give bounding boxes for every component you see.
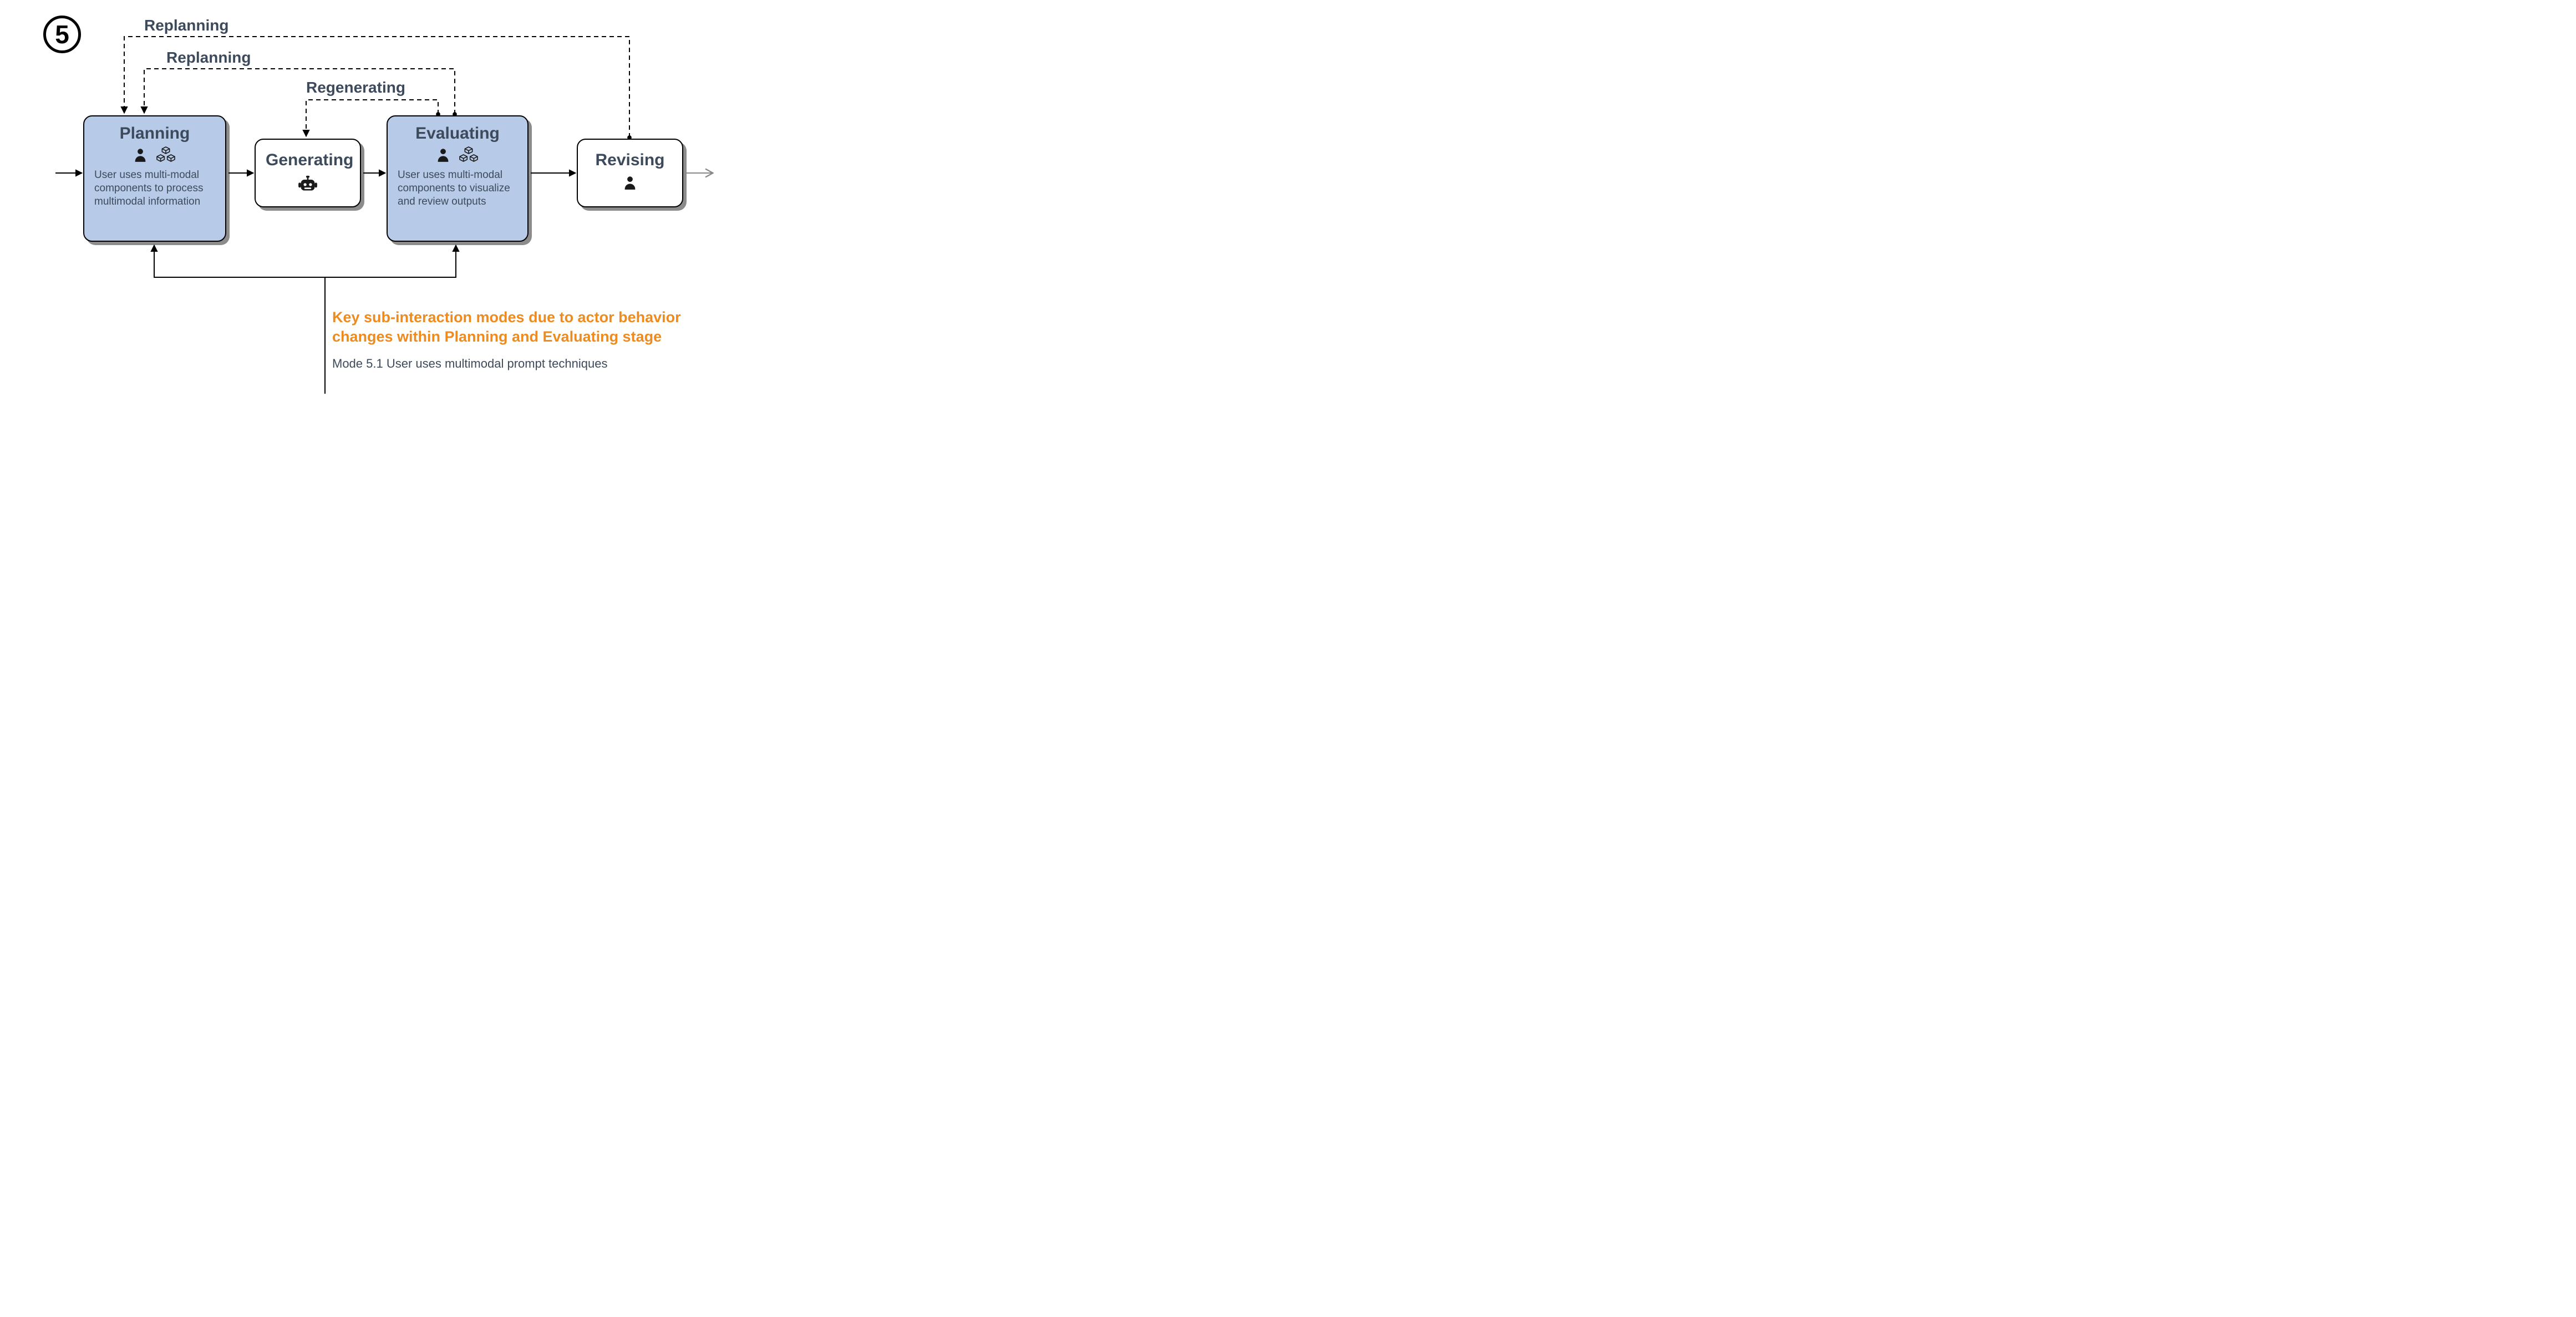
node-planning: Planning User uses multi-modal component…	[83, 115, 226, 242]
node-revising-title: Revising	[588, 151, 672, 170]
node-planning-icons	[94, 145, 215, 164]
robot-icon	[298, 175, 318, 193]
node-generating-icons	[266, 175, 350, 193]
node-revising: Revising	[577, 139, 683, 207]
label-regenerating: Regenerating	[306, 79, 405, 96]
diagram-canvas: 5 Replanning Replanning Regenerating Pla…	[0, 0, 810, 416]
diagram-number-badge: 5	[43, 16, 81, 53]
node-revising-icons	[588, 174, 672, 191]
node-evaluating-title: Evaluating	[398, 124, 517, 143]
node-planning-desc: User uses multi-modal components to proc…	[94, 169, 215, 208]
node-evaluating: Evaluating User uses multi-modal compone…	[387, 115, 529, 242]
annotation-block: Key sub-interaction modes due to actor b…	[332, 308, 715, 371]
node-generating: Generating	[255, 139, 361, 207]
blocks-icon	[155, 145, 177, 164]
blocks-icon	[458, 145, 480, 164]
annotation-key-title: Key sub-interaction modes due to actor b…	[332, 308, 715, 347]
annotation-mode: Mode 5.1 User uses multimodal prompt tec…	[332, 357, 715, 371]
diagram-number: 5	[55, 20, 69, 49]
label-replanning-mid: Replanning	[166, 49, 251, 67]
person-icon	[435, 146, 451, 163]
label-replanning-top: Replanning	[144, 17, 228, 34]
person-icon	[622, 174, 638, 191]
edge-replanning-mid	[144, 69, 455, 114]
node-planning-title: Planning	[94, 124, 215, 143]
node-generating-title: Generating	[266, 151, 350, 170]
person-icon	[133, 146, 148, 163]
node-evaluating-icons	[398, 145, 517, 164]
node-evaluating-desc: User uses multi-modal components to visu…	[398, 169, 517, 208]
